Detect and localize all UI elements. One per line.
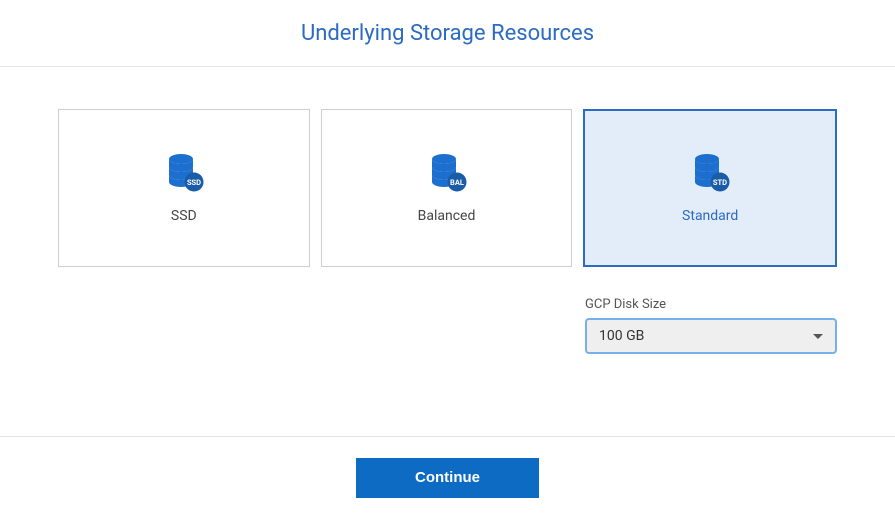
- option-label: SSD: [171, 208, 197, 224]
- content-area: SSD SSD BAL Balanced: [0, 67, 895, 354]
- svg-text:BAL: BAL: [450, 178, 464, 187]
- chevron-down-icon: [813, 334, 823, 339]
- database-ssd-icon: SSD: [163, 152, 205, 194]
- option-standard[interactable]: STD Standard: [583, 109, 837, 267]
- svg-text:STD: STD: [713, 178, 727, 187]
- storage-options-row: SSD SSD BAL Balanced: [58, 109, 837, 267]
- disk-size-select[interactable]: 100 GB: [585, 318, 837, 354]
- option-label: Standard: [682, 208, 738, 224]
- footer: Continue: [0, 436, 895, 518]
- continue-button[interactable]: Continue: [356, 458, 539, 498]
- option-label: Balanced: [418, 208, 476, 224]
- disk-size-value: 100 GB: [599, 328, 813, 344]
- disk-size-section: GCP Disk Size 100 GB: [58, 297, 837, 354]
- page-title: Underlying Storage Resources: [301, 21, 594, 46]
- database-standard-icon: STD: [689, 152, 731, 194]
- option-ssd[interactable]: SSD SSD: [58, 109, 310, 267]
- database-balanced-icon: BAL: [426, 152, 468, 194]
- disk-size-label: GCP Disk Size: [585, 297, 837, 312]
- option-balanced[interactable]: BAL Balanced: [321, 109, 573, 267]
- header: Underlying Storage Resources: [0, 0, 895, 67]
- svg-text:SSD: SSD: [187, 178, 201, 187]
